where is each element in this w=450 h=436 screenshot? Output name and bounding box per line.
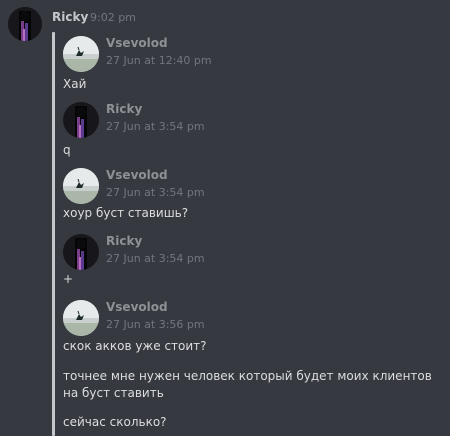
message-text: скок акков уже стоит? [63, 339, 207, 353]
forwarded-message: Ricky 27 Jun at 3:54 pm + [63, 234, 443, 292]
message-timestamp: 27 Jun at 3:56 pm [106, 318, 205, 331]
vsevolod-avatar[interactable] [63, 300, 99, 336]
message-author[interactable]: Ricky [106, 234, 142, 248]
ricky-avatar[interactable] [8, 7, 42, 41]
message-text: точнее мне нужен человек который будет м… [63, 369, 432, 400]
ricky-avatar[interactable] [63, 102, 99, 138]
message-text: хоур буст ставишь? [63, 206, 189, 220]
message-timestamp: 27 Jun at 12:40 pm [106, 54, 212, 67]
forwarded-message: Vsevolod 27 Jun at 3:54 pm хоур буст ста… [63, 168, 443, 228]
outer-timestamp: 9:02 pm [90, 11, 136, 24]
forwarded-message: Vsevolod 27 Jun at 12:40 pm Хай [63, 36, 443, 96]
forwarded-quote-bar [52, 32, 55, 436]
vsevolod-avatar[interactable] [63, 36, 99, 72]
message-timestamp: 27 Jun at 3:54 pm [106, 186, 205, 199]
outer-author-name[interactable]: Ricky [52, 10, 88, 24]
message-author[interactable]: Ricky [106, 102, 142, 116]
vsevolod-avatar[interactable] [63, 168, 99, 204]
message-timestamp: 27 Jun at 3:54 pm [106, 252, 205, 265]
message-text: Хай [63, 77, 87, 91]
message-author[interactable]: Vsevolod [106, 36, 168, 50]
forwarded-message: Ricky 27 Jun at 3:54 pm q [63, 102, 443, 160]
message-text: + [63, 272, 74, 286]
message-text: q [63, 143, 71, 157]
message-timestamp: 27 Jun at 3:54 pm [106, 120, 205, 133]
chat-view: Ricky 9:02 pm Vsevolod 27 Jun at 12:40 p… [0, 0, 450, 436]
forwarded-message: Vsevolod 27 Jun at 3:56 pm скок акков уж… [63, 300, 443, 436]
message-author[interactable]: Vsevolod [106, 300, 168, 314]
message-author[interactable]: Vsevolod [106, 168, 168, 182]
ricky-avatar[interactable] [63, 234, 99, 270]
message-text: сейчас сколько? [63, 415, 167, 429]
